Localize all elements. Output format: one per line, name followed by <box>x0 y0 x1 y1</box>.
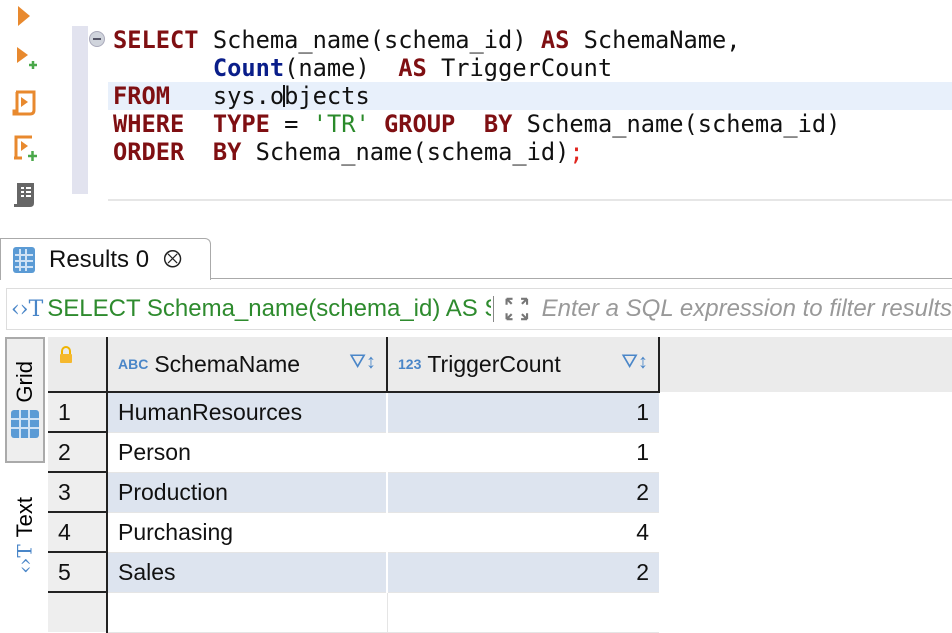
column-name: SchemaName <box>154 350 301 377</box>
code-token: AS <box>398 54 427 82</box>
row-number[interactable]: 3 <box>48 472 108 513</box>
lock-icon <box>60 346 72 363</box>
view-tab-text[interactable]: Text ‹›T <box>5 485 45 583</box>
results-grid: ABC SchemaName ⛛↕ 123 TriggerCount ⛛↕ 1 Human… <box>48 337 660 633</box>
code-token: BY <box>212 138 242 166</box>
filter-sort-icon[interactable]: ⛛↕ <box>621 351 648 374</box>
cell-schemaname[interactable]: HumanResources <box>107 392 388 433</box>
empty-row <box>48 592 659 633</box>
code-token: ; <box>569 138 584 166</box>
code-token: (name) <box>284 54 399 82</box>
column-header-schemaname[interactable]: ABC SchemaName ⛛↕ <box>107 337 388 393</box>
code-token: ORDER <box>113 138 185 166</box>
code-line[interactable]: ORDER BY Schema_name(schema_id); <box>113 138 840 166</box>
code-token: Schema_name(schema_id) <box>512 110 841 138</box>
row-number <box>48 592 108 632</box>
code-token: GROUP <box>384 110 456 138</box>
tab-strip-border <box>210 278 952 279</box>
empty-cell <box>107 592 388 633</box>
row-number-header[interactable] <box>48 337 108 393</box>
code-token: TYPE <box>212 110 270 138</box>
editor-bottom-divider <box>108 199 952 201</box>
text-label: Text <box>12 496 37 538</box>
cell-triggercount[interactable]: 2 <box>387 552 659 593</box>
string-type-icon: ABC <box>118 355 149 372</box>
cell-triggercount[interactable]: 4 <box>387 512 659 553</box>
table-row[interactable]: 1 HumanResources 1 <box>48 392 659 433</box>
tab-results-0[interactable]: Results 0 ⮾ <box>0 238 211 280</box>
code-token: Schema_name(schema_id) <box>241 138 570 166</box>
code-token: SchemaName, <box>569 26 741 54</box>
code-line[interactable]: SELECT Schema_name(schema_id) AS SchemaN… <box>113 26 840 54</box>
code-line[interactable]: FROM sys.objects <box>113 82 840 110</box>
code-token: SELECT <box>113 26 199 54</box>
table-row[interactable]: 3 Production 2 <box>48 472 659 513</box>
code-token: AS <box>540 26 570 54</box>
close-tab-icon[interactable]: ⮾ <box>163 246 182 274</box>
editor-ruler <box>72 26 88 194</box>
execute-statement-icon[interactable] <box>10 2 40 32</box>
code-line[interactable]: WHERE TYPE = 'TR' GROUP BY Schema_name(s… <box>113 110 840 138</box>
execute-new-tab-icon[interactable] <box>10 44 40 74</box>
code-token: BY <box>483 110 513 138</box>
code-token: = <box>269 110 313 138</box>
separator <box>493 296 494 322</box>
number-type-icon: 123 <box>398 355 422 372</box>
code-token: 'TR' <box>312 110 370 138</box>
grid-label: Grid <box>12 361 37 403</box>
execute-script-new-tab-icon[interactable] <box>10 133 40 163</box>
filter-sort-icon[interactable]: ⛛↕ <box>349 351 376 374</box>
sql-editor[interactable]: SELECT Schema_name(schema_id) AS SchemaN… <box>113 26 840 166</box>
cell-schemaname[interactable]: Person <box>107 432 388 473</box>
row-number[interactable]: 2 <box>48 432 108 473</box>
execute-script-icon[interactable] <box>10 88 40 118</box>
cell-schemaname[interactable]: Production <box>107 472 388 513</box>
cell-schemaname[interactable]: Purchasing <box>107 512 388 553</box>
expand-icon[interactable] <box>504 294 530 324</box>
cell-triggercount[interactable]: 1 <box>387 432 659 473</box>
filter-input[interactable]: Enter a SQL expression to filter results <box>542 295 952 323</box>
text-view-icon: ‹›T <box>13 544 37 574</box>
results-grid-icon <box>13 246 35 273</box>
code-token: bjects <box>284 82 370 110</box>
view-tab-grid[interactable]: Grid <box>5 337 45 463</box>
row-number[interactable]: 4 <box>48 512 108 553</box>
column-header-triggercount[interactable]: 123 TriggerCount ⛛↕ <box>387 337 660 393</box>
row-number[interactable]: 5 <box>48 552 108 593</box>
tab-label: Results 0 <box>49 245 150 273</box>
sql-text-icon: ‹›T <box>11 296 44 322</box>
code-token: Count <box>212 54 285 82</box>
code-line[interactable]: Count(name) AS TriggerCount <box>113 54 840 82</box>
code-token: WHERE <box>113 110 185 138</box>
empty-cell <box>387 592 659 633</box>
table-row[interactable]: 2 Person 1 <box>48 432 659 473</box>
code-token: FROM <box>113 82 171 110</box>
cell-triggercount[interactable]: 2 <box>387 472 659 513</box>
cell-schemaname[interactable]: Sales <box>107 552 388 593</box>
query-text[interactable]: SELECT Schema_name(schema_id) AS SchemaN… <box>47 295 491 323</box>
filter-bar: ‹›T SELECT Schema_name(schema_id) AS Sch… <box>6 288 952 330</box>
grid-icon <box>11 409 39 438</box>
column-name: TriggerCount <box>427 350 561 377</box>
row-number[interactable]: 1 <box>48 392 108 433</box>
fold-collapse-icon[interactable] <box>89 31 105 47</box>
code-token: sys.o <box>170 82 285 110</box>
code-token: Schema_name(schema_id) <box>198 26 541 54</box>
explain-plan-icon[interactable] <box>10 180 40 210</box>
table-row[interactable]: 5 Sales 2 <box>48 552 659 593</box>
cell-triggercount[interactable]: 1 <box>387 392 659 433</box>
table-row[interactable]: 4 Purchasing 4 <box>48 512 659 553</box>
code-token: TriggerCount <box>426 54 613 82</box>
